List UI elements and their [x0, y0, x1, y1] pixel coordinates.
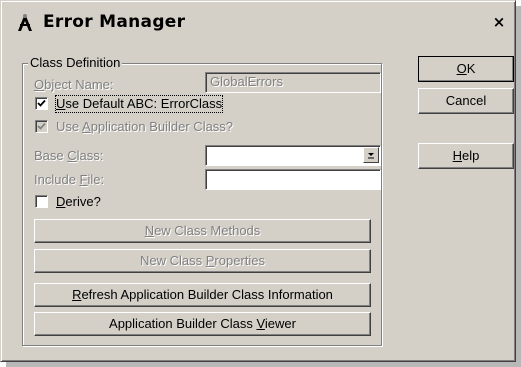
base-class-dropdown-button[interactable] — [363, 147, 379, 163]
chevron-down-icon — [368, 153, 374, 159]
cancel-button[interactable]: Cancel — [418, 88, 514, 114]
clarion-app-icon[interactable] — [15, 13, 35, 33]
object-name-field[interactable]: GlobalErrors — [205, 72, 381, 93]
ok-button[interactable]: OK — [418, 56, 514, 82]
include-file-field[interactable] — [205, 169, 381, 190]
new-class-methods-button[interactable]: New Class Methods — [34, 219, 371, 243]
new-class-properties-button[interactable]: New Class Properties — [34, 249, 371, 273]
use-app-builder-label: Use Application Builder Class? — [56, 119, 234, 134]
title-bar[interactable]: Error Manager × — [5, 5, 513, 40]
use-app-builder-checkbox[interactable] — [35, 120, 48, 133]
window-shadow-bottom — [6, 362, 521, 367]
object-name-label: Object Name: — [34, 77, 114, 92]
base-class-label: Base Class: — [34, 148, 104, 163]
base-class-combo[interactable] — [205, 145, 381, 166]
derive-checkbox[interactable] — [35, 195, 48, 208]
use-default-abc-checkbox[interactable] — [35, 97, 48, 110]
use-default-abc-label[interactable]: Use Default ABC: ErrorClass — [54, 95, 224, 113]
checkmark-icon — [37, 122, 46, 130]
window-title: Error Manager — [43, 12, 186, 32]
help-button[interactable]: Help — [418, 143, 514, 169]
checkmark-icon — [37, 99, 46, 107]
include-file-label: Include File: — [34, 172, 105, 187]
window-shadow-right — [516, 6, 521, 367]
refresh-app-builder-button[interactable]: Refresh Application Builder Class Inform… — [34, 283, 371, 307]
derive-label: Derive? — [56, 194, 101, 209]
app-builder-class-viewer-button[interactable]: Application Builder Class Viewer — [34, 312, 371, 336]
close-icon[interactable]: × — [489, 12, 509, 32]
group-legend: Class Definition — [28, 55, 123, 71]
